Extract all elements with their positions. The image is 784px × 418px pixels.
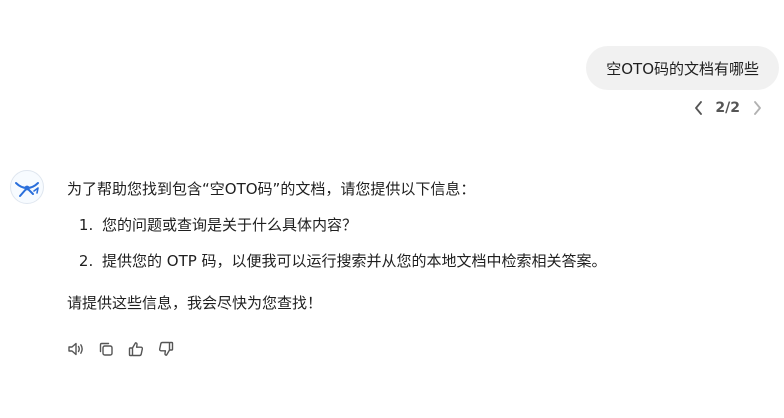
list-item: 提供您的 OTP 码，以便我可以运行搜索并从您的本地文档中检索相关答案。 (98, 250, 767, 272)
user-message-text: 空OTO码的文档有哪些 (606, 59, 759, 78)
assistant-logo-icon (15, 182, 39, 197)
response-pager: 2/2 (691, 99, 764, 117)
chevron-left-icon[interactable] (691, 99, 705, 117)
user-message-bubble: 空OTO码的文档有哪些 (586, 46, 779, 90)
assistant-avatar (10, 170, 44, 204)
assistant-list: 您的问题或查询是关于什么具体内容？ 提供您的 OTP 码，以便我可以运行搜索并从… (67, 214, 767, 272)
copy-icon[interactable] (97, 340, 115, 358)
pager-count: 2/2 (715, 100, 740, 116)
thumbs-up-icon[interactable] (127, 340, 145, 358)
assistant-intro: 为了帮助您找到包含“空OTO码”的文档，请您提供以下信息： (67, 180, 476, 198)
assistant-message: 为了帮助您找到包含“空OTO码”的文档，请您提供以下信息： 您的问题或查询是关于… (67, 178, 767, 314)
list-item: 您的问题或查询是关于什么具体内容？ (98, 214, 767, 236)
assistant-closing: 请提供这些信息，我会尽快为您查找！ (67, 294, 323, 312)
message-actions (67, 340, 175, 358)
chevron-right-icon[interactable] (750, 99, 764, 117)
speaker-icon[interactable] (67, 340, 85, 358)
thumbs-down-icon[interactable] (157, 340, 175, 358)
